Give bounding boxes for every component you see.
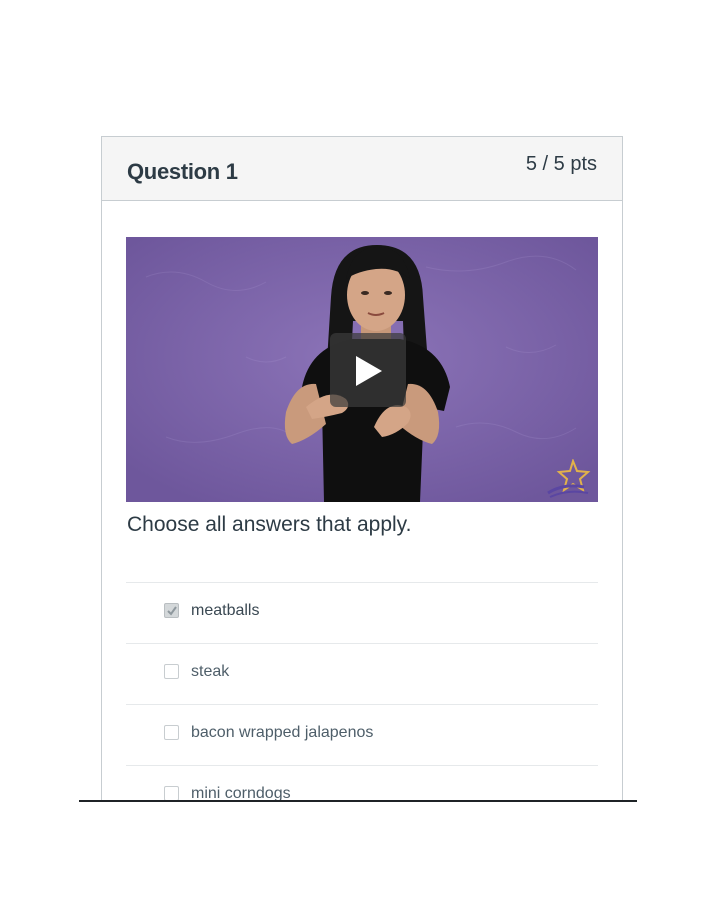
play-button[interactable] [330,333,406,407]
play-icon [356,356,382,386]
answer-list: meatballs steak bacon wrapped jalapenos … [126,582,598,826]
page-bottom-mask [0,802,714,918]
answer-option[interactable]: meatballs [126,582,598,643]
question-header: Question 1 5 / 5 pts [102,137,622,201]
question-prompt: Choose all answers that apply. [127,513,412,536]
answer-label: meatballs [191,602,260,619]
star-logo-icon [547,459,591,498]
sign-language-video[interactable] [126,237,598,502]
checkmark-icon [167,606,177,616]
answer-checkbox[interactable] [164,664,179,679]
answer-option[interactable]: steak [126,643,598,704]
answer-label: bacon wrapped jalapenos [191,724,374,741]
question-points: 5 / 5 pts [525,153,597,175]
answer-option[interactable]: bacon wrapped jalapenos [126,704,598,765]
question-card: Question 1 5 / 5 pts Choose all answers … [101,136,623,836]
question-title: Question 1 [127,159,238,184]
answer-checkbox-checked[interactable] [164,603,179,618]
page-divider [79,800,637,802]
answer-checkbox[interactable] [164,786,179,801]
answer-label: steak [191,663,230,680]
answer-checkbox[interactable] [164,725,179,740]
